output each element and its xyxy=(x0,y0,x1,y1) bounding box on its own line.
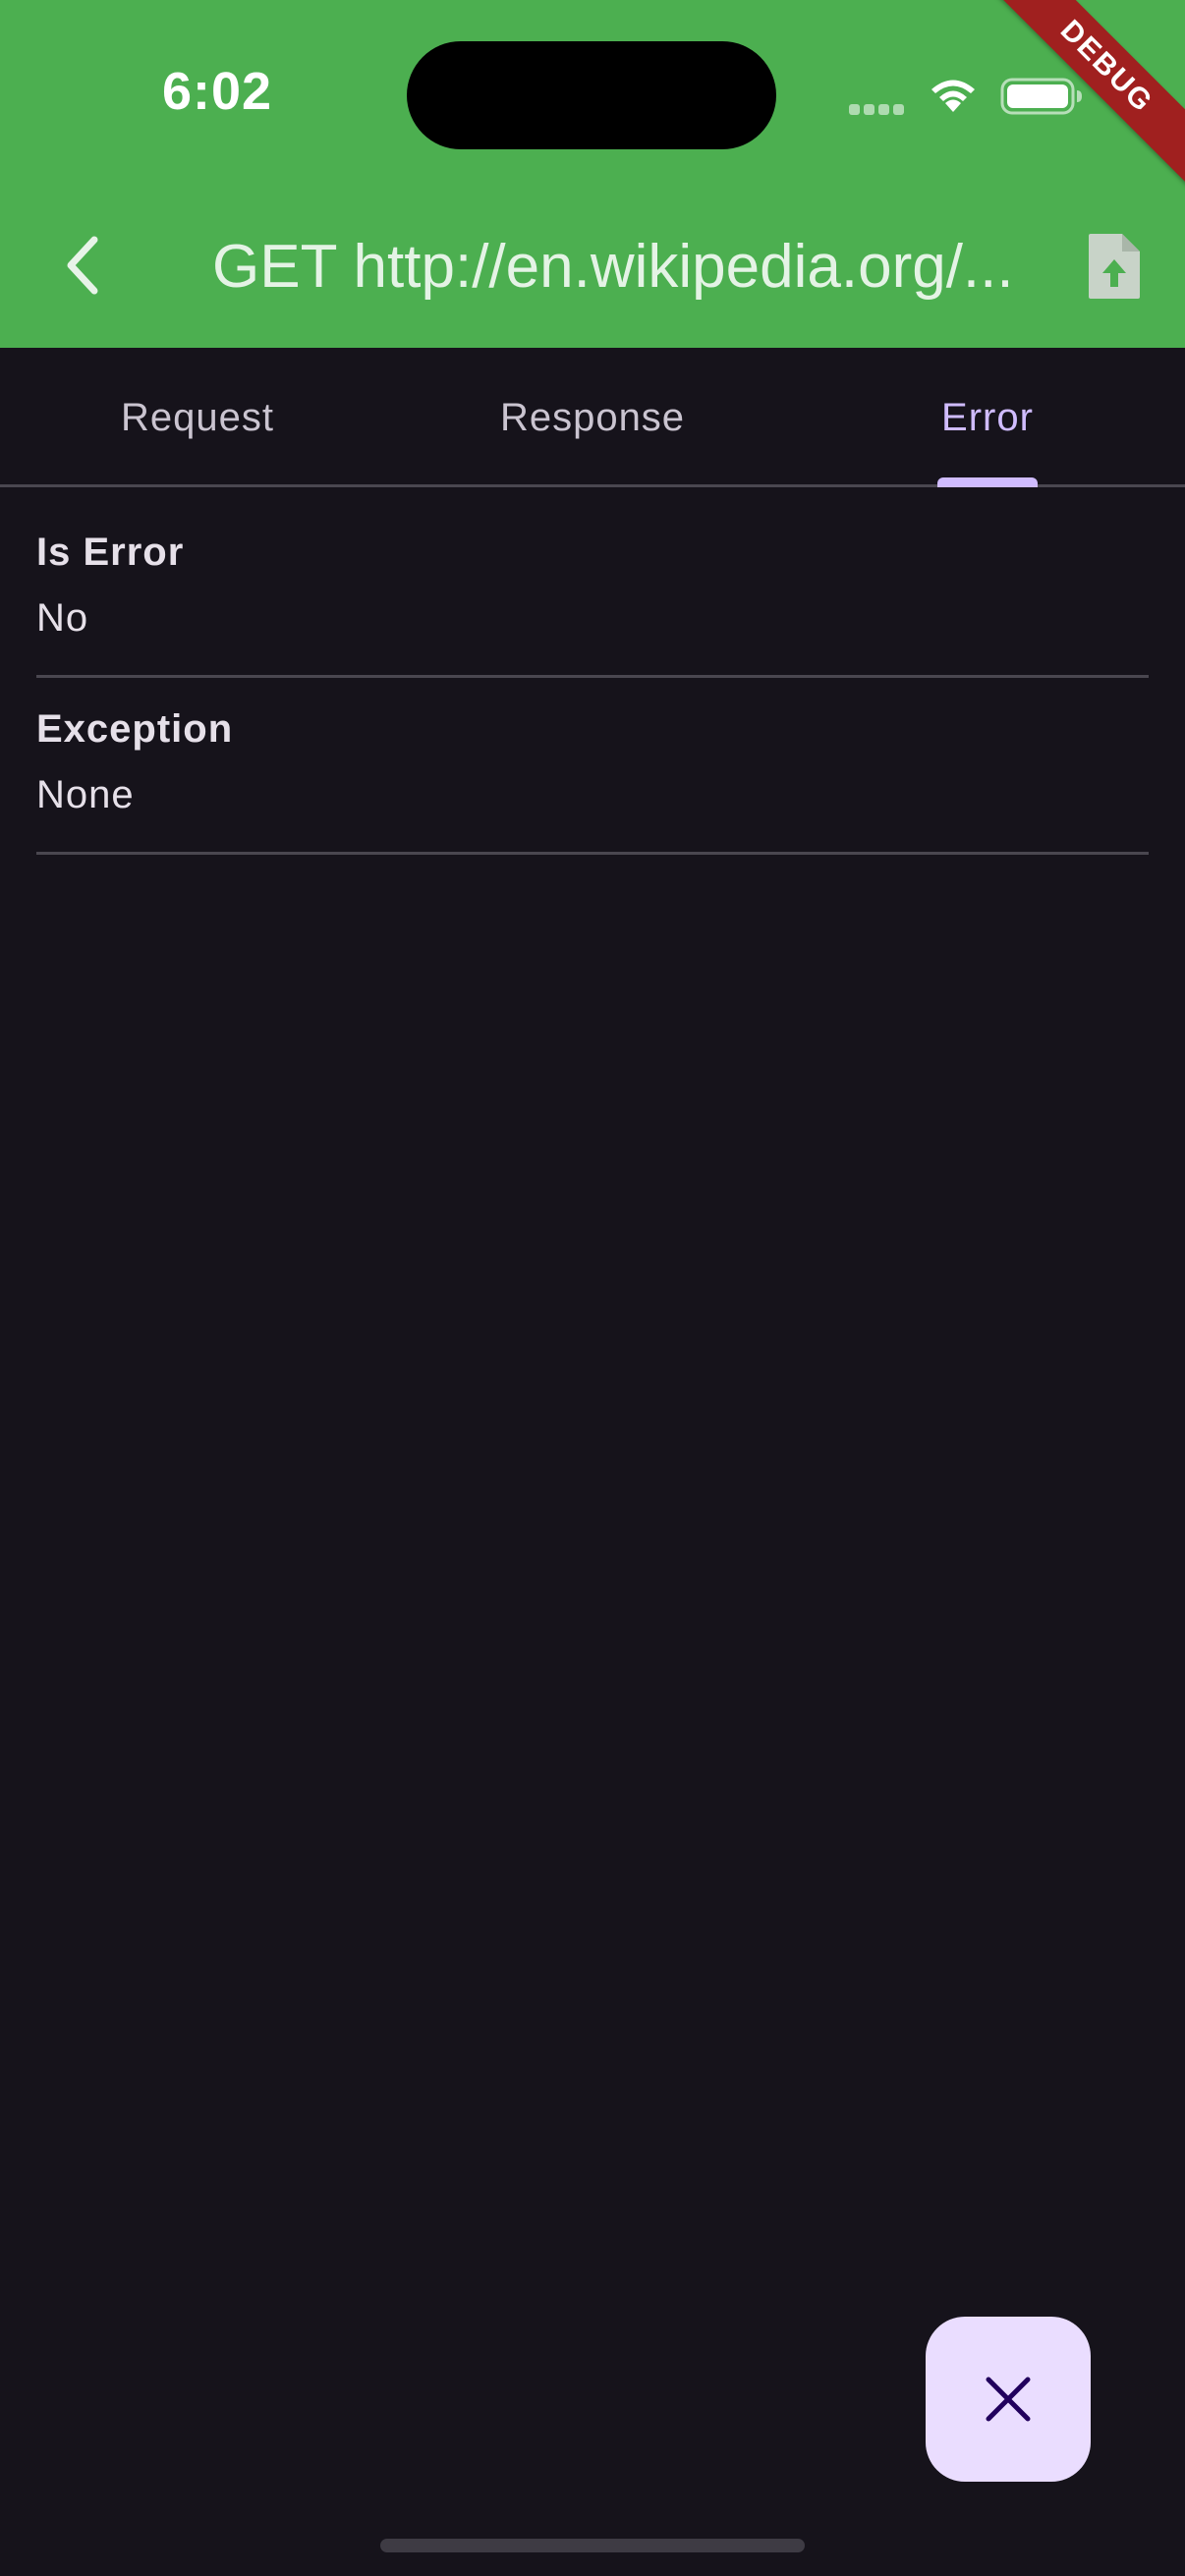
tab-error[interactable]: Error xyxy=(790,348,1185,487)
field-value: None xyxy=(36,773,135,816)
page-title: GET http://en.wikipedia.org/... xyxy=(212,233,1014,301)
home-indicator xyxy=(380,2539,805,2552)
tab-request[interactable]: Request xyxy=(0,348,395,487)
back-button[interactable] xyxy=(51,218,114,312)
exception-field: Exception None xyxy=(36,707,1149,817)
battery-icon xyxy=(1000,78,1082,115)
divider xyxy=(36,852,1149,855)
tab-response[interactable]: Response xyxy=(395,348,790,487)
field-label: Exception xyxy=(36,707,234,751)
divider xyxy=(36,675,1149,678)
dynamic-island xyxy=(407,41,776,149)
active-tab-indicator xyxy=(937,477,1038,487)
cellular-signal-icon xyxy=(849,102,908,115)
file-upload-icon xyxy=(1089,234,1140,299)
close-fab-button[interactable] xyxy=(926,2317,1091,2482)
share-file-button[interactable] xyxy=(1085,230,1144,303)
close-icon xyxy=(986,2377,1031,2422)
chevron-left-icon xyxy=(67,236,98,295)
tab-bar: Request Response Error xyxy=(0,348,1185,487)
field-label: Is Error xyxy=(36,531,185,574)
field-value: No xyxy=(36,596,89,640)
status-time: 6:02 xyxy=(162,62,273,121)
wifi-icon xyxy=(931,80,975,112)
app-bar: 6:02 DEBUG GET http://en.wikipedia.org/.… xyxy=(0,0,1185,348)
is-error-field: Is Error No xyxy=(36,531,1149,641)
